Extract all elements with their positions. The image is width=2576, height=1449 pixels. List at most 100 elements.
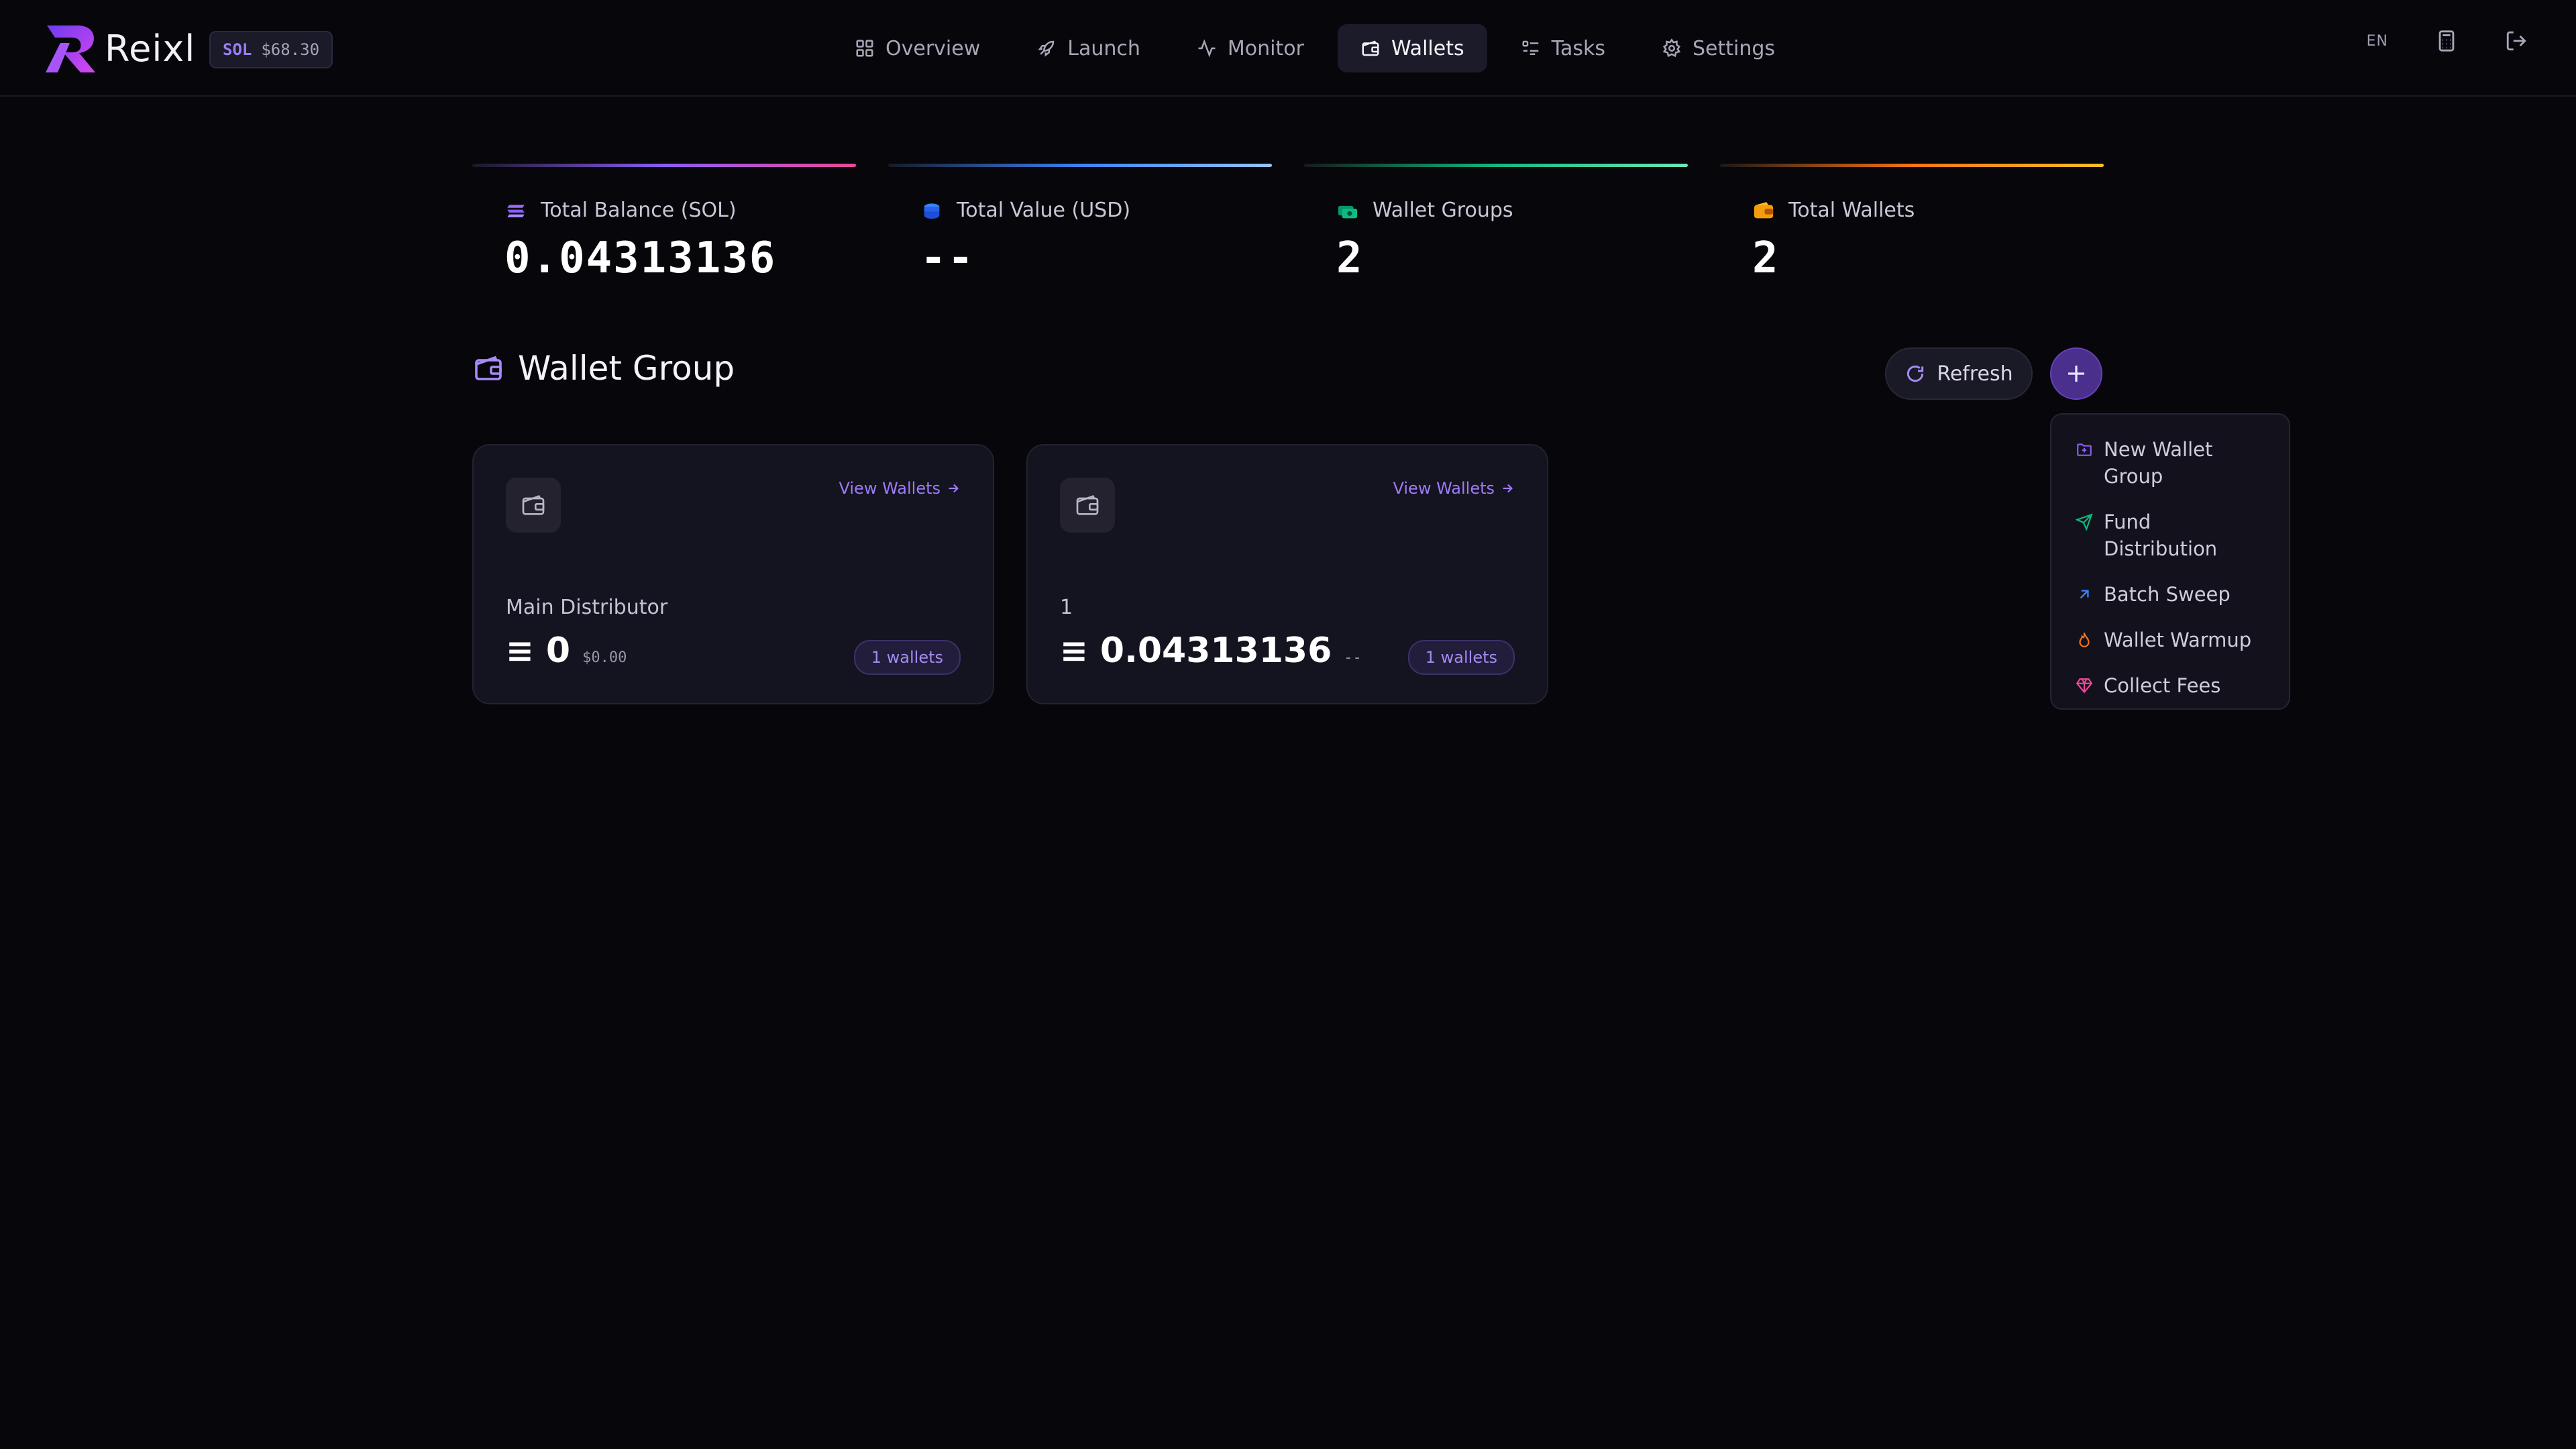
group-balance-value: 0.04313136 — [1099, 631, 1332, 671]
stat-value: -- — [920, 233, 975, 283]
nav-settings[interactable]: Settings — [1639, 24, 1798, 72]
stat-label: Wallet Groups — [1373, 199, 1513, 222]
stat-total-value: Total Value (USD) -- — [888, 164, 1272, 291]
grid-icon — [856, 40, 873, 57]
list-icon — [1522, 40, 1538, 55]
nav-monitor[interactable]: Monitor — [1174, 24, 1327, 72]
stat-value: 0.04313136 — [504, 233, 777, 283]
send-icon — [2076, 513, 2093, 531]
view-wallets-link[interactable]: View Wallets — [839, 479, 961, 498]
logout-icon[interactable] — [2505, 30, 2528, 52]
wallet-icon — [522, 495, 545, 515]
wallet-count-badge: 1 wallets — [853, 640, 961, 675]
nav-tasks[interactable]: Tasks — [1498, 24, 1628, 72]
wallet-count-badge: 1 wallets — [1407, 640, 1515, 675]
wallet-group-card[interactable]: View Wallets Main Distributor ≡ 0 $0.00 … — [472, 444, 994, 704]
main-nav: Overview Launch Monitor Wallets Tasks Se… — [832, 24, 1798, 72]
menu-item-label: Fund Distribution — [2104, 511, 2218, 560]
stat-label-row: Total Value (USD) — [920, 199, 1130, 222]
brand-name: Reixl — [105, 27, 196, 70]
stat-label: Total Balance (SOL) — [541, 199, 737, 222]
stat-label-row: Total Balance (SOL) — [504, 199, 737, 222]
arrow-right-icon — [1503, 484, 1513, 493]
refresh-button[interactable]: Refresh — [1885, 347, 2033, 400]
top-bar: Reixl SOL $68.30 Overview Launch Monitor… — [0, 0, 2576, 97]
stat-accent-bar — [1720, 164, 2104, 167]
section-header: Wallet Group — [472, 349, 735, 388]
stat-accent-bar — [1304, 164, 1688, 167]
add-dropdown-menu: New Wallet Group Fund Distribution Batch… — [2050, 413, 2290, 710]
refresh-icon — [1907, 365, 1924, 382]
sol-symbol-icon: ≡ — [506, 631, 534, 670]
stat-value: 2 — [1752, 233, 1780, 283]
stat-label-row: Wallet Groups — [1336, 199, 1513, 222]
group-usd-value: $0.00 — [582, 649, 627, 666]
group-name: Main Distributor — [506, 596, 668, 619]
group-name: 1 — [1060, 596, 1073, 619]
stat-label-row: Total Wallets — [1752, 199, 1915, 222]
stat-value: 2 — [1336, 233, 1364, 283]
menu-fund-distribution[interactable]: Fund Distribution — [2051, 499, 2289, 572]
menu-item-label: Collect Fees — [2104, 674, 2221, 697]
section-title: Wallet Group — [518, 349, 735, 388]
sol-price-badge: SOL $68.30 — [209, 31, 333, 68]
stat-wallet-groups: Wallet Groups 2 — [1304, 164, 1688, 291]
folder-plus-icon — [2077, 443, 2092, 456]
nav-label: Wallets — [1391, 36, 1464, 60]
brand-logo[interactable]: Reixl — [43, 23, 195, 74]
stat-total-balance: Total Balance (SOL) 0.04313136 — [472, 164, 856, 291]
gear-icon — [1662, 38, 1681, 58]
arrow-up-right-icon — [2080, 590, 2089, 599]
view-wallets-link[interactable]: View Wallets — [1393, 479, 1515, 498]
language-switch[interactable]: EN — [2367, 33, 2388, 50]
stat-accent-bar — [472, 164, 856, 167]
stats-row: Total Balance (SOL) 0.04313136 Total Val… — [472, 164, 2104, 291]
stat-label: Total Wallets — [1788, 199, 1915, 222]
stat-total-wallets: Total Wallets 2 — [1720, 164, 2104, 291]
group-balance-value: 0 — [545, 631, 571, 671]
menu-item-label: New Wallet Group — [2104, 438, 2213, 488]
nav-launch[interactable]: Launch — [1014, 24, 1163, 72]
wallet-icon — [475, 356, 502, 380]
refresh-label: Refresh — [1937, 362, 2013, 386]
rocket-icon — [1038, 40, 1055, 57]
menu-batch-sweep[interactable]: Batch Sweep — [2051, 572, 2289, 617]
sol-coin-icon — [507, 205, 525, 217]
view-wallets-label: View Wallets — [839, 479, 941, 498]
card-icon-box — [1060, 478, 1115, 533]
card-icon-box — [506, 478, 561, 533]
add-menu-button[interactable] — [2050, 347, 2102, 400]
wallet-icon — [1362, 40, 1379, 56]
stat-accent-bar — [888, 164, 1272, 167]
purse-icon — [1754, 201, 1774, 218]
logo-icon — [46, 25, 95, 72]
nav-label: Tasks — [1551, 36, 1605, 60]
nav-label: Monitor — [1227, 36, 1304, 60]
view-wallets-label: View Wallets — [1393, 479, 1495, 498]
activity-icon — [1198, 39, 1216, 58]
gem-icon — [2076, 678, 2093, 694]
flame-icon — [2079, 633, 2090, 647]
nav-wallets[interactable]: Wallets — [1337, 24, 1487, 72]
top-right-actions: EN — [2367, 30, 2528, 52]
group-balance: ≡ 0.04313136 -- — [1060, 631, 1362, 671]
arrow-right-icon — [949, 484, 959, 493]
group-usd-value: -- — [1344, 649, 1362, 666]
money-icon — [1338, 205, 1358, 218]
plus-icon — [2068, 366, 2084, 382]
price-symbol: SOL — [223, 40, 252, 59]
menu-wallet-warmup[interactable]: Wallet Warmup — [2051, 617, 2289, 663]
nav-label: Settings — [1692, 36, 1776, 60]
stat-label: Total Value (USD) — [957, 199, 1131, 222]
nav-label: Overview — [885, 36, 981, 60]
sol-symbol-icon: ≡ — [1060, 631, 1088, 670]
group-balance: ≡ 0 $0.00 — [506, 631, 627, 671]
wallet-icon — [1076, 495, 1099, 515]
menu-collect-fees[interactable]: Collect Fees — [2051, 663, 2289, 708]
menu-new-wallet-group[interactable]: New Wallet Group — [2051, 427, 2289, 499]
wallet-group-card[interactable]: View Wallets 1 ≡ 0.04313136 -- 1 wallets — [1026, 444, 1548, 704]
calculator-icon[interactable] — [2435, 30, 2458, 52]
nav-overview[interactable]: Overview — [832, 24, 1003, 72]
nav-label: Launch — [1067, 36, 1140, 60]
price-value: $68.30 — [261, 40, 320, 59]
